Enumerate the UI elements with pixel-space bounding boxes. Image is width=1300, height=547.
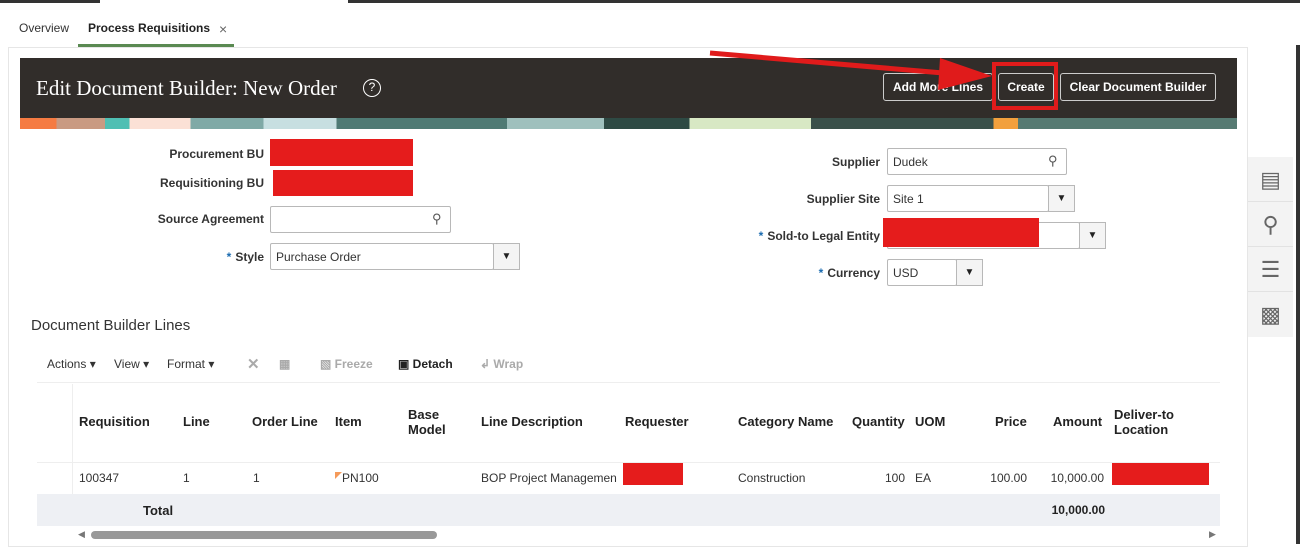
top-bar: [348, 0, 1300, 3]
sold-to-label-text: Sold-to Legal Entity: [767, 229, 880, 243]
annotation-arrow: [709, 50, 992, 90]
document-icon[interactable]: ▤: [1248, 157, 1293, 202]
col-uom[interactable]: UOM: [915, 414, 945, 429]
cell-quantity: 100: [884, 471, 905, 485]
requester-redacted: [623, 463, 683, 485]
detach-label: Detach: [412, 357, 453, 371]
detach-button[interactable]: ▣ Detach: [398, 357, 453, 371]
window-edge: [1296, 45, 1300, 544]
freeze-label: Freeze: [334, 357, 373, 371]
horizontal-scrollbar[interactable]: [91, 531, 437, 539]
actions-menu[interactable]: Actions ▾: [47, 357, 96, 371]
supplier-site-select[interactable]: Site 1: [887, 185, 1049, 212]
cell-amount: 10,000.00: [1050, 471, 1104, 485]
tab-process-requisitions[interactable]: Process Requisitions: [88, 21, 210, 35]
chart-icon[interactable]: ▩: [1248, 292, 1293, 337]
lines-section-title: Document Builder Lines: [31, 317, 191, 334]
currency-label-text: Currency: [827, 266, 880, 280]
style-label-text: Style: [235, 250, 264, 264]
side-panel: ▤ ⚲ ☰ ▩: [1248, 157, 1293, 337]
search-icon[interactable]: ⚲: [432, 211, 442, 227]
list-icon[interactable]: ☰: [1248, 247, 1293, 292]
total-label: Total: [143, 503, 174, 518]
clear-document-builder-button[interactable]: Clear Document Builder: [1060, 73, 1216, 101]
tab-overview[interactable]: Overview: [19, 21, 69, 35]
cell-uom: EA: [915, 471, 932, 485]
col-price[interactable]: Price: [995, 414, 1027, 429]
requisitioning-bu-value-redacted: [273, 170, 413, 196]
actions-label: Actions: [47, 357, 87, 371]
requisitioning-bu-label: Requisitioning BU: [160, 176, 264, 190]
close-tab-icon[interactable]: ×: [219, 21, 227, 37]
chevron-down-icon[interactable]: ▼: [1079, 222, 1106, 249]
style-label: * Style: [24, 250, 264, 264]
col-amount[interactable]: Amount: [1053, 414, 1102, 429]
highlight-box: [992, 62, 1058, 110]
cell-category: Construction: [738, 471, 806, 485]
view-menu[interactable]: View ▾: [114, 357, 149, 371]
required-icon: *: [226, 250, 232, 264]
cell-price: 100.00: [990, 471, 1027, 485]
col-item[interactable]: Item: [335, 414, 362, 429]
procurement-bu-label: Procurement BU: [169, 147, 264, 161]
col-category-name[interactable]: Category Name: [738, 414, 833, 429]
cell-requisition: 100347: [79, 471, 120, 485]
col-deliver-to-location[interactable]: Deliver-to Location: [1114, 407, 1194, 437]
columns-icon[interactable]: ▦: [279, 357, 290, 371]
flag-icon: [335, 472, 342, 479]
deliver-to-redacted: [1112, 463, 1209, 485]
col-requester[interactable]: Requester: [625, 414, 689, 429]
chevron-down-icon[interactable]: ▼: [1048, 185, 1075, 212]
cell-item: PN100: [342, 471, 379, 485]
scroll-left-icon[interactable]: ◀: [78, 529, 85, 540]
scroll-right-icon[interactable]: ▶: [1209, 529, 1216, 540]
supplier-label: Supplier: [831, 155, 880, 169]
required-icon: *: [758, 229, 764, 243]
col-order-line[interactable]: Order Line: [252, 414, 318, 429]
wrap-button[interactable]: ↲ Wrap: [480, 357, 523, 371]
source-agreement-label: Source Agreement: [157, 212, 264, 226]
col-requisition[interactable]: Requisition: [79, 414, 150, 429]
procurement-bu-value-redacted: [270, 139, 413, 166]
required-icon: *: [818, 266, 824, 280]
style-select[interactable]: Purchase Order: [270, 243, 494, 270]
cell-line: 1: [183, 471, 190, 485]
currency-label: * Currency: [640, 266, 880, 280]
delete-icon[interactable]: ✕: [247, 355, 260, 373]
search-icon[interactable]: ⚲: [1048, 153, 1058, 169]
total-amount: 10,000.00: [1051, 503, 1105, 517]
source-agreement-input[interactable]: [270, 206, 451, 233]
help-icon[interactable]: ?: [363, 79, 381, 97]
format-label: Format: [167, 357, 206, 371]
currency-select[interactable]: USD: [887, 259, 957, 286]
sold-to-value-redacted: [883, 218, 1039, 247]
col-base-model[interactable]: Base Model: [408, 407, 453, 437]
divider: [37, 382, 1220, 383]
view-label: View: [114, 357, 140, 371]
freeze-button[interactable]: ▧ Freeze: [320, 357, 373, 371]
cell-line-description: BOP Project Managemen: [481, 471, 617, 485]
col-line-description[interactable]: Line Description: [481, 414, 583, 429]
page-title: Edit Document Builder: New Order: [36, 76, 337, 100]
wrap-label: Wrap: [493, 357, 524, 371]
supplier-input[interactable]: Dudek: [887, 148, 1067, 175]
cell-order-line: 1: [253, 471, 260, 485]
search-icon[interactable]: ⚲: [1248, 202, 1293, 247]
col-quantity[interactable]: Quantity: [852, 414, 905, 429]
header-banner: [20, 118, 1237, 129]
sold-to-label: * Sold-to Legal Entity: [640, 229, 880, 243]
supplier-site-label: Supplier Site: [806, 192, 880, 206]
chevron-down-icon[interactable]: ▼: [956, 259, 983, 286]
top-bar: [0, 0, 100, 3]
format-menu[interactable]: Format ▾: [167, 357, 214, 371]
col-line[interactable]: Line: [183, 414, 210, 429]
chevron-down-icon[interactable]: ▼: [493, 243, 520, 270]
divider: [72, 384, 73, 494]
